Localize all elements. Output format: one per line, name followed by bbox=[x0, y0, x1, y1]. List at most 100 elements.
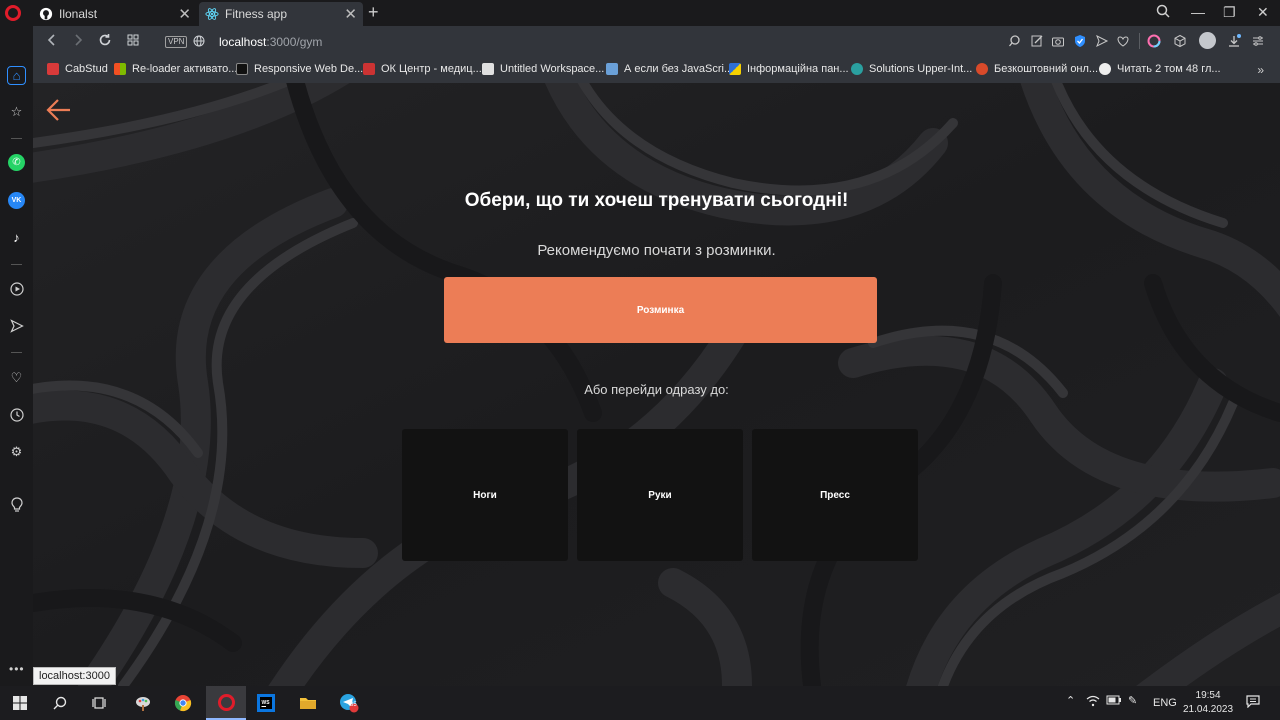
back-nav-icon[interactable] bbox=[45, 33, 59, 51]
vk-icon[interactable]: VK bbox=[8, 192, 25, 209]
arms-card[interactable]: Руки bbox=[577, 429, 743, 561]
javascript-article-icon bbox=[606, 63, 618, 75]
camera-icon[interactable] bbox=[1051, 34, 1065, 48]
chrome-icon[interactable] bbox=[172, 692, 194, 714]
bookmarks-bar: CabStud Re-loader активато... Responsive… bbox=[33, 58, 1280, 83]
edit-icon[interactable] bbox=[1030, 34, 1044, 48]
bookmark-label: Інформаційна пан... bbox=[747, 63, 849, 75]
pen-icon[interactable]: ✎ bbox=[1128, 694, 1137, 707]
address-bar: VPN localhost:3000/gym bbox=[33, 26, 1280, 58]
bookmark-item[interactable]: Untitled Workspace... bbox=[482, 63, 604, 75]
send-icon[interactable] bbox=[1095, 34, 1109, 48]
bookmark-item[interactable]: Re-loader активато... bbox=[114, 63, 237, 75]
tab-fitness-app[interactable]: Fitness app ✕ bbox=[199, 2, 363, 26]
minimize-icon[interactable]: — bbox=[1191, 4, 1205, 20]
bookmark-label: Solutions Upper-Int... bbox=[869, 63, 973, 75]
lightbulb-icon[interactable] bbox=[8, 496, 25, 513]
paint-app-icon[interactable] bbox=[132, 692, 154, 714]
favorites-heart-icon[interactable]: ♡ bbox=[8, 369, 25, 386]
bookmark-item[interactable]: Читать 2 том 48 гл... bbox=[1099, 63, 1221, 75]
bookmarks-overflow-icon[interactable]: » bbox=[1257, 63, 1264, 77]
notifications-icon[interactable] bbox=[1246, 695, 1260, 711]
opera-taskbar-icon[interactable] bbox=[206, 686, 246, 720]
angular-icon bbox=[47, 63, 59, 75]
cube-icon[interactable] bbox=[1173, 34, 1187, 48]
url-field[interactable]: localhost:3000/gym bbox=[219, 35, 322, 49]
vpn-badge[interactable]: VPN bbox=[165, 36, 188, 48]
avatar[interactable] bbox=[1199, 32, 1216, 49]
bookmark-label: CabStud bbox=[65, 63, 108, 75]
sidebar-divider bbox=[11, 352, 22, 353]
search-tabs-icon[interactable] bbox=[1156, 4, 1170, 21]
bookmark-item[interactable]: CabStud bbox=[47, 63, 108, 75]
bookmark-label: А если без JavaScri... bbox=[624, 63, 734, 75]
sidebar-more-icon[interactable]: ••• bbox=[9, 662, 25, 676]
abs-card[interactable]: Пресс bbox=[752, 429, 918, 561]
tab-github[interactable]: Ilonalst ✕ bbox=[33, 2, 197, 26]
telegram-icon[interactable]: 85 bbox=[338, 692, 360, 714]
telegram-badge: 85 bbox=[350, 702, 357, 708]
tab-title: Ilonalst bbox=[59, 7, 98, 21]
browser-tab-bar: Ilonalst ✕ Fitness app ✕ + — ❐ ✕ bbox=[0, 0, 1280, 26]
tab-close-icon[interactable]: ✕ bbox=[344, 5, 357, 23]
bookmark-item[interactable]: Solutions Upper-Int... bbox=[851, 63, 972, 75]
home-icon[interactable]: ⌂ bbox=[7, 66, 26, 85]
download-icon[interactable] bbox=[1227, 34, 1241, 48]
tray-chevron-icon[interactable]: ⌃ bbox=[1066, 694, 1075, 707]
legs-card[interactable]: Ноги bbox=[402, 429, 568, 561]
reload-icon[interactable] bbox=[98, 33, 112, 51]
page-title: Обери, що ти хочеш тренувати сьогодні! bbox=[464, 190, 849, 211]
solutions-icon bbox=[851, 63, 863, 75]
easy-setup-icon[interactable] bbox=[1251, 34, 1265, 48]
star-icon[interactable]: ☆ bbox=[8, 103, 25, 120]
opera-logo-icon[interactable] bbox=[5, 5, 21, 21]
bookmark-item[interactable]: А если без JavaScri... bbox=[606, 63, 733, 75]
search-icon[interactable] bbox=[49, 692, 71, 714]
heart-icon[interactable] bbox=[1116, 34, 1130, 48]
webstorm-icon[interactable]: WS bbox=[255, 692, 277, 714]
new-tab-icon[interactable]: + bbox=[368, 2, 379, 23]
bookmark-label: Читать 2 том 48 гл... bbox=[1117, 63, 1221, 75]
task-view-icon[interactable] bbox=[88, 692, 110, 714]
settings-gear-icon[interactable]: ⚙ bbox=[8, 443, 25, 460]
player-icon[interactable] bbox=[8, 280, 25, 297]
maximize-icon[interactable]: ❐ bbox=[1223, 4, 1236, 21]
windows-start-icon[interactable] bbox=[9, 692, 31, 714]
warmup-button[interactable]: Розминка bbox=[444, 277, 877, 343]
bookmark-label: Безкоштовний онл... bbox=[994, 63, 1099, 75]
github-icon bbox=[39, 7, 53, 21]
file-explorer-icon[interactable] bbox=[297, 692, 319, 714]
whatsapp-icon[interactable]: ✆ bbox=[8, 154, 25, 171]
windows-logo-icon bbox=[114, 63, 126, 75]
forward-nav-icon[interactable] bbox=[71, 33, 85, 51]
bookmark-item[interactable]: ОК Центр - медиц... bbox=[363, 63, 482, 75]
windows-taskbar: WS 85 ⌃ ✎ ENG 19:54 21.04.2023 bbox=[0, 686, 1280, 720]
clock[interactable]: 19:54 21.04.2023 bbox=[1183, 689, 1233, 717]
battery-icon[interactable] bbox=[1106, 695, 1122, 708]
opera-sidebar: ⌂ ☆ ✆ VK ♪ ♡ ⚙ bbox=[0, 26, 33, 686]
aria-icon[interactable] bbox=[1147, 34, 1161, 48]
bookmark-item[interactable]: Безкоштовний онл... bbox=[976, 63, 1098, 75]
tab-close-icon[interactable]: ✕ bbox=[178, 5, 191, 23]
shield-check-icon[interactable] bbox=[1073, 34, 1087, 48]
close-window-icon[interactable]: ✕ bbox=[1257, 4, 1269, 21]
bookmark-label: Untitled Workspace... bbox=[500, 63, 605, 75]
globe-icon bbox=[193, 34, 205, 51]
bookmark-label: Re-loader активато... bbox=[132, 63, 238, 75]
recommendation-text: Рекомендуємо почати з розминки. bbox=[537, 242, 776, 259]
bookmark-item[interactable]: Responsive Web De... bbox=[236, 63, 363, 75]
sidebar-divider bbox=[11, 264, 22, 265]
tab-snapshot-icon[interactable] bbox=[126, 33, 140, 51]
network-icon[interactable] bbox=[1086, 695, 1100, 710]
freecodecamp-icon bbox=[236, 63, 248, 75]
tiktok-icon[interactable]: ♪ bbox=[8, 229, 25, 246]
react-icon bbox=[205, 8, 219, 20]
lens-search-icon[interactable] bbox=[1008, 34, 1022, 48]
reading-icon bbox=[1099, 63, 1111, 75]
history-clock-icon[interactable] bbox=[8, 406, 25, 423]
language-indicator[interactable]: ENG bbox=[1153, 697, 1177, 709]
bookmark-item[interactable]: Інформаційна пан... bbox=[729, 63, 849, 75]
send-sidebar-icon[interactable] bbox=[8, 317, 25, 334]
svg-text:WS: WS bbox=[262, 700, 271, 706]
back-arrow-icon[interactable] bbox=[45, 97, 73, 123]
